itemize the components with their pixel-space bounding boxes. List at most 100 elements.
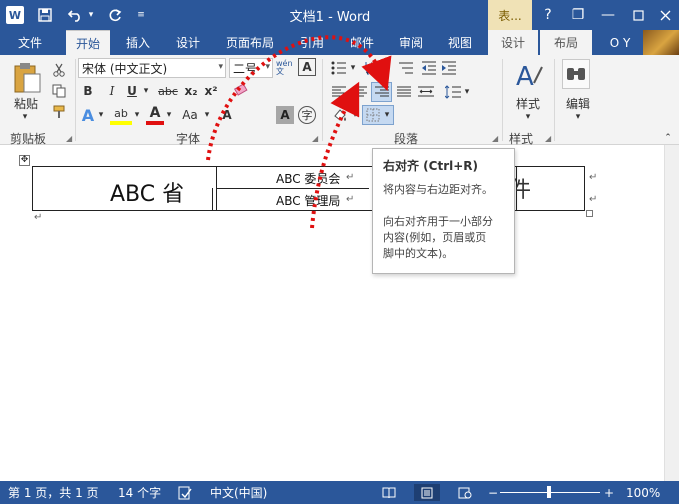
distributed-icon[interactable] [416, 83, 436, 101]
zoom-out-button[interactable]: − [488, 481, 498, 504]
multilevel-list-icon[interactable] [396, 59, 416, 77]
redo-icon[interactable] [104, 4, 126, 26]
maximize-icon[interactable] [625, 4, 651, 26]
paste-dropdown-icon[interactable]: ▾ [18, 112, 32, 122]
zoom-in-button[interactable]: + [604, 481, 614, 504]
find-icon[interactable] [562, 59, 590, 89]
superscript-button[interactable]: x² [202, 82, 220, 100]
italic-button[interactable]: I [104, 82, 120, 100]
clipboard-launcher-icon[interactable]: ◢ [66, 134, 74, 143]
strikethrough-button[interactable]: abc [156, 82, 180, 100]
chevron-down-icon[interactable]: ▾ [164, 105, 174, 125]
web-layout-icon[interactable] [452, 484, 478, 501]
copy-icon[interactable] [50, 82, 68, 100]
collapse-ribbon-icon[interactable]: ⌃ [662, 133, 674, 143]
vertical-scrollbar[interactable] [664, 145, 679, 481]
styles-dropdown-icon[interactable]: ▾ [521, 112, 535, 122]
align-right-icon[interactable] [372, 83, 391, 101]
close-icon[interactable] [652, 4, 678, 26]
table-cell-text[interactable]: ABC 委员会 [276, 170, 340, 187]
ribbon-display-button[interactable]: ❐ [565, 4, 591, 26]
format-painter-icon[interactable] [50, 103, 68, 121]
font-name-combo[interactable]: 宋体 (中文正文) ▾ [78, 58, 226, 78]
font-launcher-icon[interactable]: ◢ [312, 134, 320, 143]
styles-launcher-icon[interactable]: ◢ [545, 134, 553, 143]
highlight-color-button[interactable]: ab [110, 105, 132, 125]
font-size-combo[interactable]: 二号 ▾ [229, 58, 273, 78]
underline-button[interactable]: U [124, 82, 140, 100]
table-cell-text[interactable]: ABC 省 [110, 176, 220, 207]
proofing-icon[interactable] [178, 481, 192, 504]
help-button[interactable]: ? [535, 4, 561, 26]
chevron-down-icon[interactable]: ▾ [382, 59, 392, 77]
minimize-button[interactable]: — [595, 4, 621, 26]
language-indicator[interactable]: 中文(中国) [210, 481, 267, 504]
tab-mailings[interactable]: 邮件 [340, 30, 384, 55]
borders-icon[interactable] [364, 106, 382, 124]
tab-table-design[interactable]: 设计 [488, 30, 538, 55]
justify-icon[interactable] [395, 83, 413, 101]
cut-icon[interactable] [50, 61, 68, 79]
paste-icon[interactable] [10, 61, 44, 95]
tab-view[interactable]: 视图 [438, 30, 482, 55]
change-case-button[interactable]: Aa [178, 105, 202, 125]
tab-design[interactable]: 设计 [166, 30, 210, 55]
subscript-button[interactable]: x₂ [182, 82, 200, 100]
text-effects-button[interactable]: A [80, 105, 96, 125]
table-resize-handle[interactable] [586, 210, 593, 217]
char-border-button[interactable]: A [298, 58, 316, 76]
decrease-indent-icon[interactable] [420, 59, 438, 77]
align-left-icon[interactable] [330, 83, 348, 101]
align-center-icon[interactable] [351, 83, 369, 101]
chevron-down-icon[interactable]: ▾ [348, 59, 358, 77]
phonetic-guide-button[interactable]: wén 文 [276, 58, 296, 78]
line-spacing-icon[interactable] [444, 83, 462, 101]
avatar[interactable] [643, 30, 679, 55]
tab-page-layout[interactable]: 页面布局 [218, 30, 282, 55]
table-tools-tab-head[interactable]: 表... [488, 0, 532, 30]
print-layout-icon[interactable] [414, 484, 440, 501]
read-mode-icon[interactable] [376, 484, 402, 501]
chevron-down-icon[interactable]: ▾ [462, 83, 472, 101]
chevron-down-icon[interactable]: ▾ [202, 105, 212, 125]
word-count[interactable]: 14 个字 [118, 481, 161, 504]
styles-icon[interactable]: A [512, 59, 546, 93]
chevron-down-icon[interactable]: ▾ [140, 82, 152, 100]
customize-icon[interactable]: ≡ [130, 4, 152, 26]
tab-references[interactable]: 引用 [290, 30, 334, 55]
shading-icon[interactable] [330, 106, 350, 124]
clear-formatting-icon[interactable] [230, 82, 252, 100]
chevron-down-icon[interactable]: ▾ [350, 106, 360, 124]
increase-indent-icon[interactable] [440, 59, 458, 77]
editing-button[interactable]: 编辑 [558, 95, 598, 111]
styles-button[interactable]: 样式 [508, 95, 548, 111]
chevron-down-icon[interactable]: ▾ [265, 62, 270, 72]
table-move-handle-icon[interactable]: ✥ [19, 155, 30, 166]
page-info[interactable]: 第 1 页，共 1 页 [8, 481, 99, 504]
bullets-icon[interactable] [330, 59, 348, 77]
tab-table-layout[interactable]: 布局 [540, 30, 592, 55]
undo-icon[interactable] [64, 4, 86, 26]
save-icon[interactable] [34, 4, 56, 26]
undo-dropdown-icon[interactable]: ▾ [84, 4, 98, 26]
paste-button[interactable]: 粘贴 [6, 95, 46, 111]
char-shading-button[interactable]: A [276, 106, 294, 124]
numbering-icon[interactable] [364, 59, 382, 77]
bold-button[interactable]: B [80, 82, 96, 100]
enclose-char-button[interactable]: 字 [298, 106, 316, 124]
tab-file[interactable]: 文件 [0, 30, 60, 55]
table-cell-text[interactable]: ABC 管理局 [276, 192, 340, 209]
tab-review[interactable]: 审阅 [389, 30, 433, 55]
tab-home[interactable]: 开始 [66, 30, 110, 55]
chevron-down-icon[interactable]: ▾ [218, 62, 223, 72]
grow-font-button[interactable]: A [218, 105, 236, 125]
chevron-down-icon[interactable]: ▾ [382, 106, 392, 124]
font-color-button[interactable]: A [146, 105, 164, 125]
zoom-slider-thumb[interactable] [547, 486, 551, 498]
chevron-down-icon[interactable]: ▾ [132, 105, 142, 125]
zoom-level[interactable]: 100% [626, 481, 660, 504]
user-name[interactable]: O Y [600, 30, 640, 55]
tab-insert[interactable]: 插入 [116, 30, 160, 55]
paragraph-launcher-icon[interactable]: ◢ [492, 134, 500, 143]
editing-dropdown-icon[interactable]: ▾ [571, 112, 585, 122]
